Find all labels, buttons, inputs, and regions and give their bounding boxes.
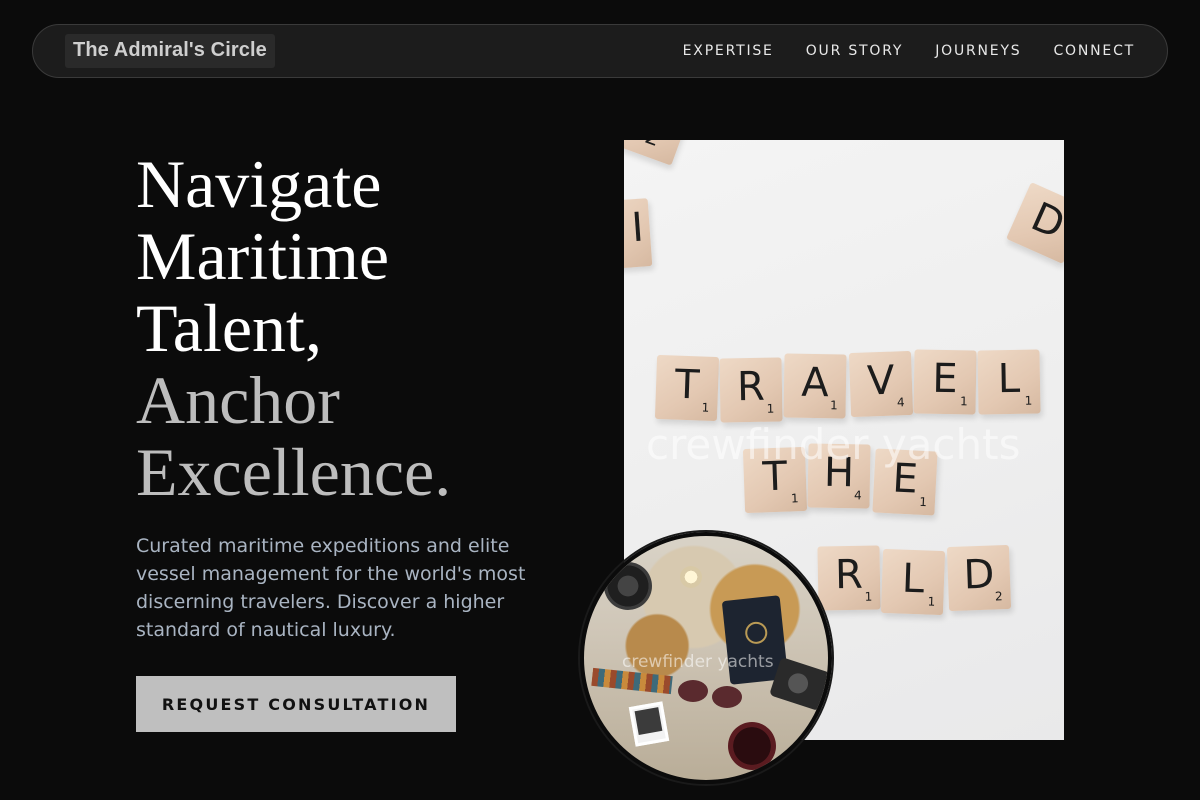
nav-links: EXPERTISE OUR STORY JOURNEYS CONNECT — [683, 43, 1135, 59]
tile-value: 1 — [959, 394, 968, 409]
nav-link-expertise[interactable]: EXPERTISE — [683, 43, 774, 59]
polaroid-shape — [628, 701, 670, 747]
tile-value: 4 — [896, 395, 905, 410]
hero-headline: Navigate Maritime Talent, Anchor Excelle… — [136, 148, 451, 508]
image-watermark: crewfinder yachts — [622, 652, 774, 672]
scrabble-tile: R 1 — [817, 545, 881, 611]
camera-lens-shape — [604, 562, 652, 610]
scrabble-tile: T 1 — [742, 446, 808, 514]
scrabble-tile: L 1 — [880, 548, 946, 616]
tile-value: 1 — [829, 398, 838, 413]
scrabble-tile: V 4 — [848, 350, 914, 418]
scrabble-tile: E 1 — [872, 448, 938, 516]
scrabble-tile: I — [624, 198, 653, 270]
request-consultation-button[interactable]: REQUEST CONSULTATION — [136, 676, 456, 732]
tile-letter: D — [1024, 193, 1064, 249]
tile-value: 1 — [918, 494, 928, 510]
top-navbar: The Admiral's Circle EXPERTISE OUR STORY… — [32, 24, 1168, 78]
brand-logo[interactable]: The Admiral's Circle — [65, 34, 275, 68]
camera-shape — [769, 656, 828, 712]
tile-value: 2 — [994, 589, 1003, 604]
scrabble-tile: L 1 — [977, 349, 1041, 415]
headline-line: Navigate — [136, 146, 382, 222]
tile-value: 1 — [790, 491, 799, 506]
light-bulb-shape — [680, 566, 702, 588]
nav-link-connect[interactable]: CONNECT — [1053, 43, 1135, 59]
tile-letter: 2 — [624, 140, 682, 159]
nav-link-our-story[interactable]: OUR STORY — [806, 43, 904, 59]
scrabble-tile: D — [1006, 182, 1064, 264]
sunglasses-lens-shape — [712, 686, 742, 708]
nav-link-journeys[interactable]: JOURNEYS — [935, 43, 1021, 59]
scrabble-tile: A 1 — [783, 353, 847, 419]
scrabble-tile: E 1 — [913, 349, 977, 415]
coffee-cup-shape — [728, 722, 776, 770]
tile-value: 1 — [1024, 393, 1033, 408]
sunglasses-lens-shape — [678, 680, 708, 702]
scrabble-tile: T 1 — [654, 354, 720, 422]
tile-value: 4 — [853, 488, 862, 503]
tile-value: 1 — [927, 594, 936, 609]
tile-value: 1 — [864, 589, 873, 604]
travel-flatlay-photo: crewfinder yachts — [580, 532, 832, 784]
scrabble-tile: R 1 — [719, 357, 783, 423]
headline-line: Talent, — [136, 290, 322, 366]
tile-letter: I — [630, 204, 646, 252]
tile-letter: E — [891, 455, 919, 503]
headline-line: Maritime — [136, 218, 390, 294]
tile-value: 1 — [766, 401, 775, 416]
scrabble-tile: 2 — [624, 140, 690, 166]
hero-subtitle: Curated maritime expeditions and elite v… — [136, 535, 526, 641]
tile-value: 1 — [701, 400, 710, 415]
headline-accent-line: Excellence. — [136, 434, 452, 510]
scrabble-tile: D 2 — [946, 544, 1012, 612]
headline-accent-line: Anchor — [136, 362, 340, 438]
scrabble-tile: H 4 — [807, 443, 871, 509]
